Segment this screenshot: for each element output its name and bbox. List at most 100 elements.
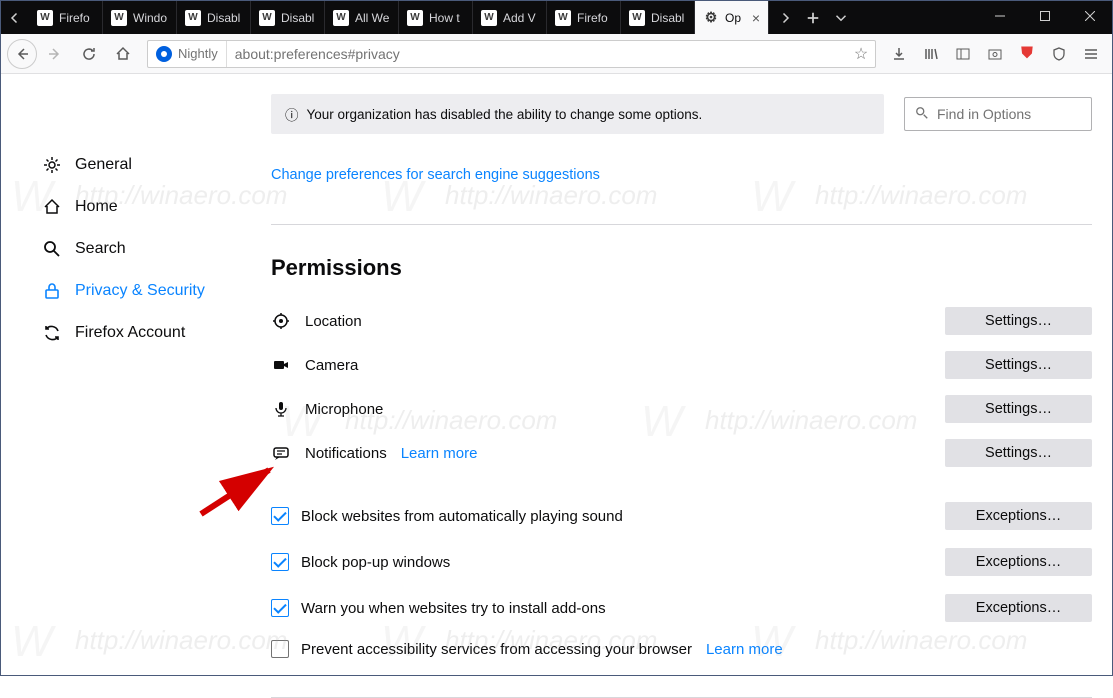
sidebar-item-label: General [75,156,132,174]
favicon-w-icon: W [407,10,423,26]
sidebar-item-privacy[interactable]: Privacy & Security [33,270,241,312]
reload-button[interactable] [73,38,105,70]
bookmark-star-icon[interactable]: ☆ [847,44,875,64]
block-autoplay-checkbox[interactable] [271,507,289,525]
screenshot-icon[interactable] [980,39,1010,69]
notifications-icon [271,443,291,463]
tab-label: Disabl [207,11,242,25]
maximize-button[interactable] [1022,1,1067,31]
tab-5[interactable]: W How t [399,1,473,34]
tab-controls [769,1,857,34]
tab-6[interactable]: WAdd V [473,1,547,34]
tab-scroll-left[interactable] [1,1,29,34]
minimize-button[interactable] [977,1,1022,31]
search-icon [41,238,63,260]
warn-addons-row: Warn you when websites try to install ad… [271,585,1092,631]
sidebar-item-label: Privacy & Security [75,282,205,300]
identity-label: Nightly [178,46,218,61]
sidebar-toggle-icon[interactable] [948,39,978,69]
gear-icon [41,154,63,176]
sidebar-item-label: Firefox Account [75,324,185,342]
favicon-w-icon: W [555,10,571,26]
shield-icon[interactable] [1044,39,1074,69]
tab-label: Firefo [59,11,94,25]
tab-close-icon[interactable]: × [752,10,760,26]
tab-scroll-right[interactable] [773,6,797,30]
ublock-icon[interactable]: ⛊ [1012,39,1042,69]
permission-microphone-row: Microphone Settings… [271,387,1092,431]
block-autoplay-exceptions-button[interactable]: Exceptions… [945,502,1092,530]
sidebar-item-label: Home [75,198,118,216]
window-close-button[interactable] [1067,1,1112,31]
menu-icon[interactable] [1076,39,1106,69]
notifications-learn-more-link[interactable]: Learn more [401,445,478,462]
tab-8[interactable]: WDisabl [621,1,695,34]
lock-icon [41,280,63,302]
identity-box[interactable]: Nightly [148,41,227,67]
block-popups-exceptions-button[interactable]: Exceptions… [945,548,1092,576]
search-suggestions-link[interactable]: Change preferences for search engine sug… [271,167,600,183]
library-icon[interactable] [916,39,946,69]
gear-icon: ⚙ [703,10,719,26]
tab-label: How t [429,11,464,25]
new-tab-button[interactable] [801,6,825,30]
checkbox-label: Block pop-up windows [301,554,945,571]
camera-icon [271,355,291,375]
permission-location-row: Location Settings… [271,299,1092,343]
home-button[interactable] [107,38,139,70]
permissions-heading: Permissions [271,255,1092,281]
content: General Home Search Privacy & Security F… [1,74,1112,675]
location-settings-button[interactable]: Settings… [945,307,1092,335]
home-icon [41,196,63,218]
checkbox-label: Prevent accessibility services from acce… [301,641,692,658]
permission-camera-row: Camera Settings… [271,343,1092,387]
tab-0[interactable]: W Firefo [29,1,103,34]
a11y-learn-more-link[interactable]: Learn more [706,641,783,658]
sidebar-item-home[interactable]: Home [33,186,241,228]
tab-3[interactable]: WDisabl [251,1,325,34]
tab-7[interactable]: W Firefo [547,1,621,34]
block-popups-checkbox[interactable] [271,553,289,571]
warn-addons-exceptions-button[interactable]: Exceptions… [945,594,1092,622]
notifications-settings-button[interactable]: Settings… [945,439,1092,467]
downloads-icon[interactable] [884,39,914,69]
tab-active[interactable]: ⚙ Op × [695,1,769,34]
permission-notifications-row: Notifications Learn more Settings… [271,431,1092,475]
warn-addons-checkbox[interactable] [271,599,289,617]
prevent-a11y-checkbox[interactable] [271,640,289,658]
firefox-icon [156,46,172,62]
camera-settings-button[interactable]: Settings… [945,351,1092,379]
info-text: Your organization has disabled the abili… [307,107,703,122]
block-autoplay-sound-row: Block websites from automatically playin… [271,493,1092,539]
favicon-w-icon: W [185,10,201,26]
favicon-w-icon: W [37,10,53,26]
favicon-w-icon: W [111,10,127,26]
sidebar-item-account[interactable]: Firefox Account [33,312,241,354]
window-controls [977,1,1112,34]
tab-label: Disabl [281,11,316,25]
url-text[interactable]: about:preferences#privacy [227,46,847,62]
favicon-w-icon: W [629,10,645,26]
forward-button[interactable] [39,38,71,70]
navbar: Nightly about:preferences#privacy ☆ ⛊ [1,34,1112,74]
tab-label: Firefo [577,11,612,25]
microphone-icon [271,399,291,419]
main-panel: ⓘ Your organization has disabled the abi… [241,74,1112,675]
sidebar-item-general[interactable]: General [33,144,241,186]
search-placeholder: Find in Options [937,106,1031,122]
url-bar[interactable]: Nightly about:preferences#privacy ☆ [147,40,876,68]
tab-strip: W Firefo WWindo W Disabl W Disabl WAll We W… [29,1,769,34]
tab-4[interactable]: WAll We [325,1,399,34]
prevent-a11y-row: Prevent accessibility services from acce… [271,631,1092,667]
all-tabs-button[interactable] [829,6,853,30]
favicon-w-icon: W [481,10,497,26]
titlebar: W Firefo WWindo W Disabl W Disabl WAll We W… [1,1,1112,34]
sidebar-item-search[interactable]: Search [33,228,241,270]
find-in-options[interactable]: Find in Options [904,97,1092,131]
tab-2[interactable]: W Disabl [177,1,251,34]
toolbar-icons: ⛊ [884,39,1106,69]
tab-1[interactable]: WWindo [103,1,177,34]
back-button[interactable] [7,39,37,69]
checkbox-label: Block websites from automatically playin… [301,508,945,525]
microphone-settings-button[interactable]: Settings… [945,395,1092,423]
